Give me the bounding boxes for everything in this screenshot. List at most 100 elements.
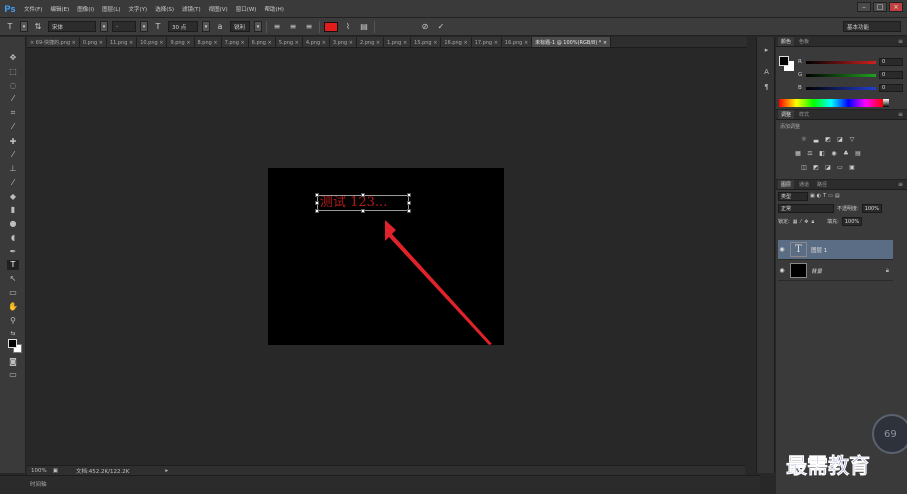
brush-tool-icon[interactable]: ⁄ — [7, 150, 19, 160]
visibility-eye-icon[interactable]: ◉ — [778, 246, 786, 253]
font-style-select[interactable]: - — [112, 21, 136, 32]
horizontal-type-tool-icon[interactable]: T — [7, 260, 19, 270]
tab-swatches[interactable]: 色板 — [796, 37, 812, 46]
opacity-input[interactable]: 100% — [861, 204, 882, 213]
hue-saturation-icon[interactable]: ▦ — [794, 150, 802, 157]
curves-icon[interactable]: ◩ — [824, 136, 832, 143]
filter-type-icon[interactable]: T — [823, 193, 826, 199]
path-select-tool-icon[interactable]: ↖ — [7, 274, 19, 284]
green-slider-track[interactable] — [806, 73, 876, 77]
zoom-level[interactable]: 100% — [31, 468, 47, 474]
menu-filter[interactable]: 滤镜(T) — [178, 5, 205, 13]
panel-menu-icon[interactable]: ≡ — [898, 38, 903, 45]
color-spectrum[interactable] — [779, 99, 883, 107]
color-lookup-icon[interactable]: ▤ — [854, 150, 862, 157]
panel-menu-icon[interactable]: ≡ — [898, 111, 903, 118]
character-panel-icon[interactable]: A — [760, 67, 773, 78]
layer-name[interactable]: 背景 — [811, 267, 822, 275]
menu-select[interactable]: 选择(S) — [151, 5, 178, 13]
font-size-dropdown-icon[interactable]: ▾ — [202, 21, 210, 32]
dodge-tool-icon[interactable]: ◖ — [7, 233, 19, 243]
exposure-icon[interactable]: ◪ — [836, 136, 844, 143]
tab-document[interactable]: 4.png × — [302, 37, 330, 47]
tab-styles[interactable]: 样式 — [796, 110, 812, 119]
eyedropper-tool-icon[interactable]: ⁄ — [7, 122, 19, 132]
menu-edit[interactable]: 编辑(E) — [46, 5, 73, 13]
panel-menu-icon[interactable]: ≡ — [898, 181, 903, 188]
align-left-icon[interactable]: ≡ — [271, 21, 283, 33]
transform-handle[interactable] — [315, 193, 319, 197]
history-panel-icon[interactable]: ▸ — [760, 45, 773, 56]
lock-transparency-icon[interactable]: ▦ — [793, 219, 798, 225]
tab-document[interactable]: × 69-快捷的.png × — [27, 37, 80, 47]
tab-adjustments[interactable]: 调整 — [778, 110, 795, 119]
fill-input[interactable]: 100% — [841, 217, 863, 226]
text-color-swatch[interactable] — [324, 21, 338, 32]
align-right-icon[interactable]: ≡ — [303, 21, 315, 33]
transform-handle[interactable] — [407, 193, 411, 197]
paragraph-panel-icon[interactable]: ¶ — [760, 82, 773, 93]
toggle-orientation-icon[interactable]: ⇅ — [32, 21, 44, 33]
tab-document[interactable]: 10.png × — [137, 37, 168, 47]
posterize-icon[interactable]: ◩ — [812, 164, 820, 171]
transform-handle[interactable] — [361, 193, 365, 197]
hand-tool-icon[interactable]: ✋ — [7, 302, 19, 312]
text-bounding-box[interactable] — [315, 193, 411, 213]
lock-all-icon[interactable]: 🔒︎ — [811, 219, 814, 225]
red-value-input[interactable]: 0 — [879, 58, 903, 66]
menu-layer[interactable]: 图层(L) — [98, 5, 124, 13]
selective-color-icon[interactable]: ▣ — [848, 164, 856, 171]
commit-icon[interactable]: ✓ — [435, 21, 447, 33]
character-panel-icon[interactable]: ▤ — [358, 21, 370, 33]
color-balance-icon[interactable]: ⚖ — [806, 150, 814, 157]
layer-filter-select[interactable]: 类型 — [778, 191, 808, 201]
font-family-select[interactable]: 宋体 — [48, 21, 96, 32]
timeline-label[interactable]: 时间轴 — [30, 480, 47, 488]
gradient-map-icon[interactable]: ▭ — [836, 164, 844, 171]
crop-tool-icon[interactable]: ⌗ — [7, 108, 19, 118]
antialias-select[interactable]: 锐利 — [230, 21, 250, 32]
transform-handle[interactable] — [361, 209, 365, 213]
transform-handle[interactable] — [315, 209, 319, 213]
tab-document[interactable]: 6.png × — [248, 37, 276, 47]
tab-document[interactable]: 7.png × — [221, 37, 249, 47]
blue-slider[interactable]: B 0 — [798, 84, 903, 92]
tab-document[interactable]: 16.png × — [501, 37, 533, 47]
gradient-tool-icon[interactable]: ▮ — [7, 205, 19, 215]
menu-window[interactable]: 窗口(W) — [232, 5, 261, 13]
tab-close-icon[interactable]: × — [30, 40, 34, 46]
history-brush-tool-icon[interactable]: ⁄ — [7, 178, 19, 188]
tab-document[interactable]: 1.png × — [384, 37, 412, 47]
menu-file[interactable]: 文件(F) — [20, 5, 46, 13]
tab-document[interactable]: 9.png × — [167, 37, 195, 47]
move-tool-icon[interactable]: ✥ — [7, 53, 19, 63]
tool-preset-dropdown-icon[interactable]: ▾ — [20, 21, 28, 32]
quick-mask-icon[interactable]: ◙ — [7, 357, 19, 367]
rectangle-tool-icon[interactable]: ▭ — [7, 288, 19, 298]
red-slider-track[interactable] — [806, 60, 876, 64]
minimize-icon[interactable]: – — [857, 2, 871, 12]
color-spectrum-bw[interactable] — [883, 99, 889, 107]
status-icon[interactable]: ▣ — [53, 468, 58, 474]
red-slider[interactable]: R 0 — [798, 58, 903, 66]
antialias-dropdown-icon[interactable]: ▾ — [254, 21, 262, 32]
font-size-select[interactable]: 30 点 — [168, 21, 198, 32]
blur-tool-icon[interactable]: ● — [7, 219, 19, 229]
tab-document[interactable]: 0.png × — [79, 37, 107, 47]
menu-type[interactable]: 文字(Y) — [125, 5, 152, 13]
filter-adjust-icon[interactable]: ◐ — [817, 193, 821, 199]
menu-image[interactable]: 图像(I) — [73, 5, 98, 13]
healing-brush-tool-icon[interactable]: ✚ — [7, 137, 19, 147]
maximize-icon[interactable]: □ — [873, 2, 887, 12]
eraser-tool-icon[interactable]: ◆ — [7, 192, 19, 202]
lock-move-icon[interactable]: ✥ — [804, 219, 808, 225]
tab-document[interactable]: 16.png × — [441, 37, 472, 47]
workspace-select[interactable]: 基本功能 — [843, 21, 901, 32]
layer-row-text[interactable]: ◉ T 图层 1 — [778, 240, 893, 260]
clone-stamp-tool-icon[interactable]: ⊥ — [7, 164, 19, 174]
layer-name[interactable]: 图层 1 — [811, 246, 827, 254]
warp-text-icon[interactable]: ⌇ — [342, 21, 354, 33]
transform-handle[interactable] — [407, 201, 411, 205]
tab-channels[interactable]: 通道 — [796, 180, 812, 189]
status-menu-icon[interactable]: ▸ — [165, 468, 168, 474]
